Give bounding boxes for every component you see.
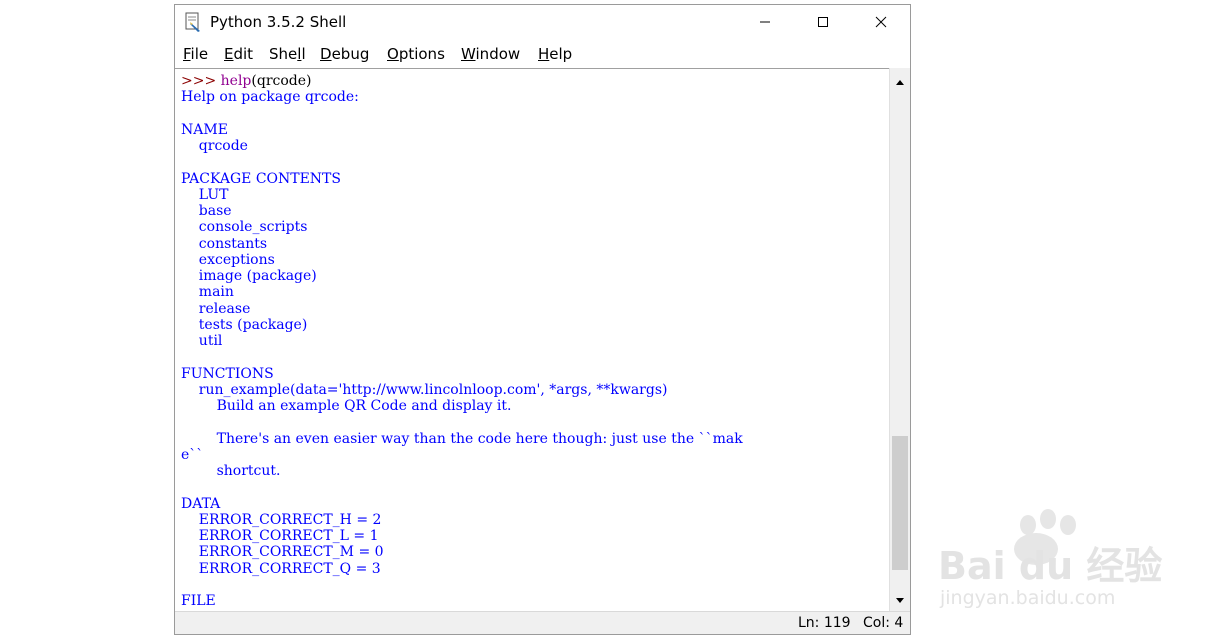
output-line: util: [181, 333, 223, 349]
menu-bar: File Edit Shell Debug Options Window Hel…: [175, 41, 910, 67]
output-line: release: [181, 300, 251, 317]
output-line: qrcode: [181, 138, 248, 154]
output-line: ERROR_CORRECT_M = 0: [181, 544, 384, 561]
output-line: shortcut.: [181, 463, 281, 479]
output-line: ​: [181, 154, 743, 170]
shell-prompt: >>>: [181, 73, 221, 89]
scroll-up-button[interactable]: [890, 70, 910, 90]
output-line: Help on package qrcode:: [181, 89, 359, 106]
baidu-jingyan-watermark: Bai du 经验 jingyan.baidu.com: [936, 505, 1166, 615]
menu-debug[interactable]: Debug: [320, 45, 369, 63]
command-arguments: (qrcode): [251, 73, 312, 89]
menu-options[interactable]: Options: [387, 45, 445, 63]
output-line: ​: [181, 349, 743, 365]
command-function: help: [220, 73, 252, 89]
close-icon: [875, 13, 887, 32]
triangle-up-icon: [895, 71, 905, 90]
input-line: >>> help(qrcode): [181, 73, 743, 89]
title-bar[interactable]: Python 3.5.2 Shell: [175, 5, 910, 39]
output-line: image (package): [181, 268, 317, 284]
menu-shell[interactable]: Shell: [269, 45, 306, 63]
output-line: There's an even easier way than the code…: [181, 430, 743, 447]
output-line: ​: [181, 106, 743, 122]
output-line: tests (package): [181, 316, 308, 333]
output-line: ​: [181, 479, 743, 495]
close-button[interactable]: [852, 5, 910, 39]
output-line: base: [181, 203, 232, 219]
maximize-icon: [817, 13, 829, 32]
output-line: main: [181, 284, 234, 301]
shell-output: >>> help(qrcode)Help on package qrcode:​…: [181, 73, 743, 609]
idle-shell-window: Python 3.5.2 Shell File Edit Shell Debug…: [174, 4, 911, 635]
menu-window[interactable]: Window: [461, 45, 520, 63]
vertical-scrollbar[interactable]: [889, 68, 910, 611]
output-line: constants: [181, 235, 268, 252]
output-line: NAME: [181, 121, 228, 138]
output-line: FUNCTIONS: [181, 365, 274, 382]
menu-edit[interactable]: Edit: [224, 45, 253, 63]
output-line: exceptions: [181, 251, 275, 268]
shell-text-area[interactable]: >>> help(qrcode)Help on package qrcode:​…: [175, 68, 889, 611]
output-line: PACKAGE CONTENTS: [181, 170, 341, 187]
maximize-button[interactable]: [794, 5, 852, 39]
python-idle-icon: [183, 12, 203, 32]
output-line: run_example(data='http://www.lincolnloop…: [181, 381, 668, 398]
output-line: e``: [181, 446, 204, 463]
output-line: ​: [181, 414, 743, 430]
minimize-icon: [759, 13, 771, 32]
status-bar: Ln: 119 Col: 4: [175, 611, 910, 634]
output-line: console_scripts: [181, 219, 308, 236]
triangle-down-icon: [895, 590, 905, 609]
scrollbar-thumb[interactable]: [892, 436, 908, 570]
menu-file[interactable]: File: [183, 45, 208, 63]
output-line: ​: [181, 577, 743, 593]
menu-help[interactable]: Help: [538, 45, 572, 63]
output-line: ERROR_CORRECT_Q = 3: [181, 560, 381, 577]
column-number: Col: 4: [863, 615, 904, 631]
minimize-button[interactable]: [736, 5, 794, 39]
scroll-down-button[interactable]: [890, 589, 910, 609]
output-line: Build an example QR Code and display it.: [181, 398, 512, 414]
output-line: DATA: [181, 495, 221, 512]
output-line: ERROR_CORRECT_L = 1: [181, 528, 379, 544]
watermark-url: jingyan.baidu.com: [940, 587, 1116, 609]
watermark-brand: Bai du 经验: [938, 544, 1163, 588]
output-line: FILE: [181, 593, 216, 609]
window-title: Python 3.5.2 Shell: [210, 13, 347, 31]
output-line: LUT: [181, 186, 229, 203]
line-number: Ln: 119: [798, 615, 851, 631]
output-line: ERROR_CORRECT_H = 2: [181, 511, 382, 528]
